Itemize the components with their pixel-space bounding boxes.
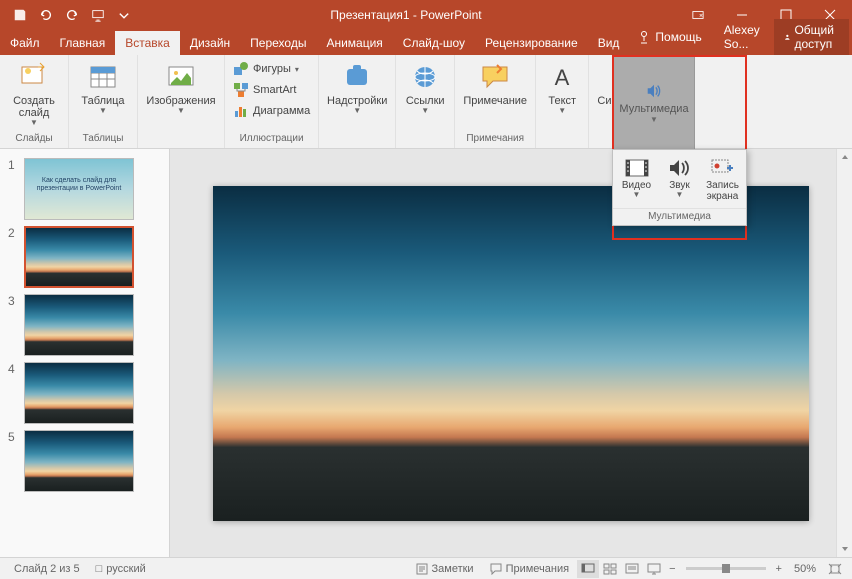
new-slide-button[interactable]: Создать слайд▼ <box>4 59 64 130</box>
tab-review[interactable]: Рецензирование <box>475 31 588 55</box>
group-comments-label: Примечания <box>466 133 524 146</box>
zoom-slider[interactable] <box>686 567 766 570</box>
tab-slideshow[interactable]: Слайд-шоу <box>393 31 475 55</box>
language-button[interactable]: □русский <box>88 563 154 575</box>
tab-animation[interactable]: Анимация <box>316 31 392 55</box>
comments-button[interactable]: Примечания <box>482 563 578 575</box>
shapes-button[interactable]: Фигуры▾ <box>229 59 314 79</box>
shapes-icon <box>233 61 249 77</box>
video-icon <box>623 156 651 180</box>
scroll-up-icon[interactable] <box>837 149 852 165</box>
notes-button[interactable]: Заметки <box>408 563 482 575</box>
screen-recording-button[interactable]: Запись экрана <box>701 154 744 204</box>
thumbnail-3[interactable]: 3 <box>0 291 169 359</box>
tab-view[interactable]: Вид <box>588 31 630 55</box>
thumbnail-4[interactable]: 4 <box>0 359 169 427</box>
group-tables-label: Таблицы <box>83 133 124 146</box>
text-icon: A <box>546 61 578 93</box>
audio-icon <box>645 82 663 103</box>
qat-dropdown[interactable] <box>112 3 136 27</box>
images-icon <box>165 61 197 93</box>
sorter-view-button[interactable] <box>599 560 621 578</box>
comments-icon <box>490 563 502 575</box>
table-button[interactable]: Таблица▼ <box>73 59 133 118</box>
slide-canvas[interactable] <box>170 149 852 557</box>
media-dropdown-label: Мультимедиа <box>613 208 746 225</box>
normal-view-button[interactable] <box>577 560 599 578</box>
images-button[interactable]: Изображения▼ <box>142 59 220 118</box>
text-button[interactable]: A Текст▼ <box>540 59 584 118</box>
redo-button[interactable] <box>60 3 84 27</box>
share-button[interactable]: Общий доступ <box>774 19 850 55</box>
slide-thumbnail-pane[interactable]: 1Как сделать слайд для презентации в Pow… <box>0 149 170 557</box>
notes-icon <box>416 563 428 575</box>
reading-view-button[interactable] <box>621 560 643 578</box>
media-dropdown: Видео▼ Звук▼ Запись экрана Мультимедиа <box>612 149 747 226</box>
zoom-level[interactable]: 50% <box>786 563 824 575</box>
scroll-down-icon[interactable] <box>837 541 852 557</box>
tab-file[interactable]: Файл <box>0 31 50 55</box>
save-button[interactable] <box>8 3 32 27</box>
tab-insert[interactable]: Вставка <box>115 31 180 55</box>
thumbnail-5[interactable]: 5 <box>0 427 169 495</box>
links-button[interactable]: Ссылки▼ <box>400 59 450 118</box>
comment-button[interactable]: Примечание <box>459 59 531 109</box>
undo-button[interactable] <box>34 3 58 27</box>
tab-home[interactable]: Главная <box>50 31 116 55</box>
tab-design[interactable]: Дизайн <box>180 31 240 55</box>
smartart-icon <box>233 82 249 98</box>
slide-counter[interactable]: Слайд 2 из 5 <box>6 563 88 575</box>
new-slide-icon <box>18 61 50 93</box>
thumbnail-2[interactable]: 2 <box>0 223 169 291</box>
smartart-button[interactable]: SmartArt <box>229 80 314 100</box>
addins-icon <box>341 61 373 93</box>
group-slides-label: Слайды <box>15 133 52 146</box>
window-title: Презентация1 - PowerPoint <box>136 8 676 22</box>
table-icon <box>87 61 119 93</box>
audio-icon <box>666 156 694 180</box>
zoom-thumb[interactable] <box>722 564 730 573</box>
zoom-in-button[interactable]: + <box>772 563 786 575</box>
addins-button[interactable]: Надстройки▼ <box>323 59 391 118</box>
vertical-scrollbar[interactable] <box>836 149 852 557</box>
links-icon <box>409 61 441 93</box>
start-slideshow-button[interactable] <box>86 3 110 27</box>
insert-audio-button[interactable]: Звук▼ <box>658 154 701 204</box>
user-account[interactable]: Alexey So... <box>716 19 768 55</box>
slideshow-view-button[interactable] <box>643 560 665 578</box>
chart-icon <box>233 103 249 119</box>
spellcheck-icon: □ <box>96 563 103 575</box>
group-illustrations-label: Иллюстрации <box>240 133 304 146</box>
svg-text:A: A <box>555 65 570 90</box>
help-button[interactable]: Помощь <box>629 26 709 48</box>
chart-button[interactable]: Диаграмма <box>229 101 314 121</box>
screen-record-icon <box>709 156 737 180</box>
thumbnail-1[interactable]: 1Как сделать слайд для презентации в Pow… <box>0 155 169 223</box>
insert-video-button[interactable]: Видео▼ <box>615 154 658 204</box>
media-button[interactable]: Мультимедиа▼ <box>613 55 695 149</box>
tab-transitions[interactable]: Переходы <box>240 31 316 55</box>
current-slide[interactable] <box>213 186 809 521</box>
zoom-out-button[interactable]: − <box>665 563 679 575</box>
fit-to-window-button[interactable] <box>824 560 846 578</box>
comment-icon <box>479 61 511 93</box>
